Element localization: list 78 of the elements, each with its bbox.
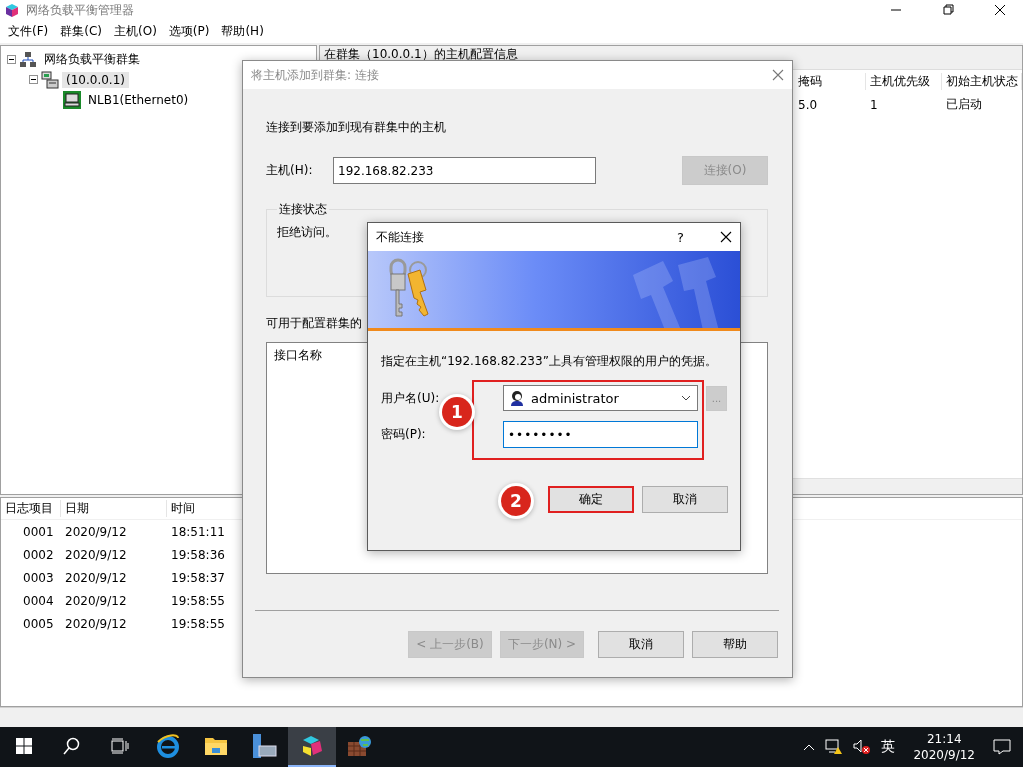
dialog-button[interactable]: 确定: [548, 486, 634, 513]
dialog-title: 不能连接: [376, 228, 425, 246]
windows-logo-icon: [16, 738, 32, 754]
table-cell-text: 19:58:37: [170, 570, 226, 585]
task-view-icon[interactable]: [111, 738, 129, 754]
help-button[interactable]: ?: [677, 229, 684, 245]
group-title: 连接状态: [278, 201, 328, 218]
interfaces-label: 可用于配置群集的: [266, 315, 363, 332]
menu-item[interactable]: 文件(F): [2, 23, 55, 41]
username-label: 用户名(U):: [381, 389, 441, 407]
column-header[interactable]: 日志项目: [1, 500, 61, 518]
browser-icon[interactable]: [156, 734, 180, 758]
expander-icon[interactable]: [29, 75, 38, 85]
table-cell-text: 0001: [22, 524, 55, 539]
dialog-title: 将主机添加到群集: 连接: [251, 66, 380, 84]
table-cell-text: 2020/9/12: [64, 547, 128, 562]
wizard-button[interactable]: 取消: [598, 631, 684, 658]
taskbar-app[interactable]: [288, 727, 336, 767]
table-cell-text: 19:58:36: [170, 547, 226, 562]
menu-item[interactable]: 主机(O): [108, 23, 163, 41]
menu-item[interactable]: 选项(P): [162, 23, 216, 41]
table-cell-text: 0004: [22, 593, 55, 608]
globe-box-icon[interactable]: [347, 734, 373, 758]
window-title: 网络负载平衡管理器: [26, 2, 135, 19]
column-header[interactable]: 接口名称: [274, 348, 322, 362]
table-cell-text: 0005: [22, 616, 55, 631]
table-cell-text: 0003: [22, 570, 55, 585]
close-icon[interactable]: [720, 231, 732, 243]
app-icon: [4, 2, 20, 19]
chevron-up-icon[interactable]: [803, 743, 816, 751]
password-field[interactable]: ••••••••: [503, 421, 698, 448]
menu-item[interactable]: 群集(C): [54, 23, 108, 41]
server-icon: [41, 70, 59, 89]
expander-icon[interactable]: [7, 55, 16, 65]
tree-item[interactable]: 网络负载平衡群集: [40, 50, 144, 70]
server-manager-icon[interactable]: [251, 734, 277, 758]
prompt-text: 指定在主机“192.168.82.233”上具有管理权限的用户的凭据。: [381, 354, 717, 368]
table-cell-text: 18:51:11: [170, 524, 226, 539]
dialog-button[interactable]: 取消: [642, 486, 728, 513]
username-combo[interactable]: administrator: [503, 385, 698, 411]
table-cell-text: 19:58:55: [170, 616, 226, 631]
password-label: 密码(P):: [381, 426, 427, 443]
step-marker: 1: [442, 397, 472, 427]
table-cell-text: 2020/9/12: [64, 593, 128, 608]
menu-item[interactable]: 帮助(H): [215, 23, 270, 41]
clock[interactable]: 21:14 2020/9/12: [905, 731, 983, 763]
step-marker: 2: [501, 486, 531, 516]
table-cell-text: 1: [869, 97, 879, 112]
cluster-manager-icon[interactable]: [300, 734, 324, 758]
host-field[interactable]: 192.168.82.233: [333, 157, 596, 184]
column-header[interactable]: 掩码: [794, 73, 866, 91]
table-cell-text: 0002: [22, 547, 55, 562]
input-method-indicator[interactable]: 英: [881, 738, 896, 756]
table-cell-text: 已启动: [945, 96, 983, 114]
folder-icon[interactable]: [204, 735, 228, 757]
table-cell-text: 2020/9/12: [64, 524, 128, 539]
wizard-button[interactable]: 帮助: [692, 631, 778, 658]
column-header[interactable]: 初始主机状态: [942, 73, 1022, 91]
table-cell-text: 5.0: [797, 97, 819, 112]
user-icon: [510, 390, 524, 406]
status-text: 拒绝访问。: [277, 225, 337, 239]
tree-item[interactable]: (10.0.0.1): [62, 71, 129, 88]
intro-text: 连接到要添加到现有群集中的主机: [266, 119, 447, 136]
search-icon[interactable]: [63, 737, 81, 755]
table-cell-text: 2020/9/12: [64, 616, 128, 631]
column-header[interactable]: 日期: [61, 500, 167, 518]
notification-icon[interactable]: [993, 739, 1011, 755]
computer-icon: [63, 90, 81, 109]
table-cell-text: 19:58:55: [170, 593, 226, 608]
column-header[interactable]: 主机优先级: [866, 73, 942, 91]
host-label: 主机(H):: [266, 162, 314, 179]
network-icon: [19, 50, 37, 69]
network-warning-icon[interactable]: [825, 739, 844, 755]
tree-item[interactable]: NLB1(Ethernet0): [84, 91, 193, 108]
table-cell-text: 2020/9/12: [64, 570, 128, 585]
panel-title: 在群集（10.0.0.1）的主机配置信息: [324, 45, 518, 63]
chevron-down-icon[interactable]: [681, 395, 691, 401]
volume-muted-icon[interactable]: [853, 739, 872, 755]
